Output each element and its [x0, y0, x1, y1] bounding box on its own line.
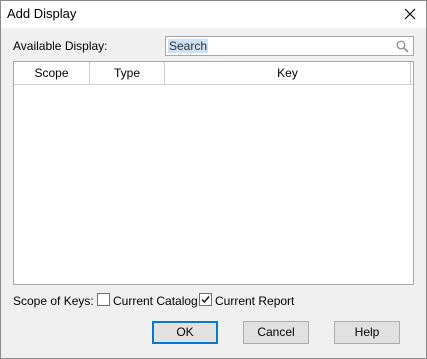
table-body[interactable]: [14, 85, 413, 284]
column-header-type[interactable]: Type: [90, 62, 165, 84]
column-header-scope[interactable]: Scope: [14, 62, 90, 84]
column-header-key[interactable]: Key: [165, 62, 411, 84]
close-icon: [404, 8, 416, 20]
ok-button[interactable]: OK: [152, 321, 218, 344]
available-display-label: Available Display:: [13, 39, 108, 53]
current-report-checkbox[interactable]: [199, 293, 212, 306]
dialog-title: Add Display: [7, 6, 77, 21]
cancel-button[interactable]: Cancel: [243, 321, 309, 344]
search-input[interactable]: Search: [165, 36, 414, 56]
scope-of-keys-label: Scope of Keys:: [13, 294, 94, 308]
check-icon: [201, 296, 210, 304]
search-input-value[interactable]: Search: [168, 39, 209, 53]
table-header: Scope Type Key: [14, 62, 413, 85]
display-table[interactable]: Scope Type Key: [13, 61, 414, 285]
search-icon[interactable]: [396, 40, 409, 53]
current-catalog-label[interactable]: Current Catalog: [113, 294, 198, 308]
help-button[interactable]: Help: [334, 321, 400, 344]
current-catalog-checkbox[interactable]: [97, 293, 110, 306]
title-bar: Add Display: [1, 1, 426, 28]
add-display-dialog: Add Display Available Display: Search Sc…: [0, 0, 427, 359]
close-button[interactable]: [399, 4, 421, 24]
current-report-label[interactable]: Current Report: [215, 294, 294, 308]
